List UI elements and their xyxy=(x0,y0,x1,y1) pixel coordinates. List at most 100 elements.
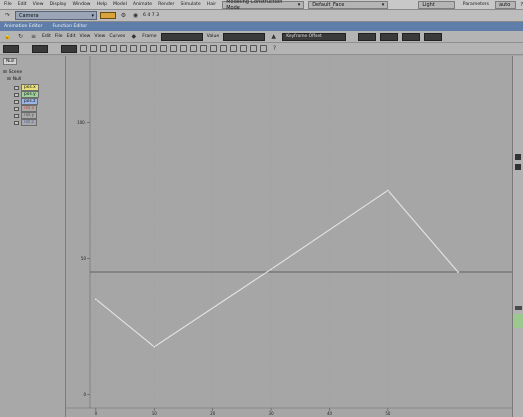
x-tick-label: 0 xyxy=(95,411,98,416)
scroll-up-icon[interactable] xyxy=(515,154,521,160)
panel-menu-view-2[interactable]: View xyxy=(94,34,105,39)
tree-tab[interactable]: Null xyxy=(3,58,17,65)
refresh-icon[interactable]: ↻ xyxy=(16,32,25,41)
extra-field-3[interactable] xyxy=(402,32,421,41)
unify-tangent-icon[interactable] xyxy=(170,45,177,52)
tree-item-channel[interactable]: rot.z xyxy=(14,119,37,126)
arrow-icon[interactable]: ↷ xyxy=(3,11,12,20)
menu-hair[interactable]: Hair xyxy=(207,2,216,7)
break-tangent-icon[interactable] xyxy=(160,45,167,52)
tool-field-1[interactable] xyxy=(3,44,19,53)
light-field-label: Light xyxy=(422,1,435,8)
light-field[interactable]: Light xyxy=(418,0,455,9)
x-tick-label: 10 xyxy=(152,411,158,416)
x-tick-label: 30 xyxy=(269,411,275,416)
curve-key xyxy=(386,189,390,192)
menu-display[interactable]: Display xyxy=(50,2,67,7)
tool-field-2[interactable] xyxy=(32,44,48,53)
linear-tangent-icon[interactable] xyxy=(120,45,127,52)
key-icon[interactable]: ◆ xyxy=(129,32,138,41)
parameters-value: auto xyxy=(499,1,511,8)
tree-item-channel[interactable]: pos.x xyxy=(14,84,39,91)
camera-mode-dropdown[interactable]: Camera ▾ xyxy=(15,11,97,20)
menu-window[interactable]: Window xyxy=(72,2,90,7)
y-tick-label: 50 xyxy=(81,256,87,261)
chevron-down-icon: ▾ xyxy=(381,1,385,8)
move-tool-icon[interactable] xyxy=(90,45,97,52)
y-tick-label: 0 xyxy=(83,392,86,397)
gear-icon[interactable]: ⚙ xyxy=(119,11,128,20)
channel-checkbox[interactable] xyxy=(14,85,19,90)
snap-icon[interactable] xyxy=(230,45,237,52)
panel-menu-edit[interactable]: Edit xyxy=(42,34,51,39)
expand-icon[interactable]: ⊟ xyxy=(7,77,11,82)
flat-tangent-icon[interactable] xyxy=(150,45,157,52)
frame-all-icon[interactable] xyxy=(180,45,187,52)
filter-icon[interactable]: ≡ xyxy=(29,32,38,41)
insert-key-icon[interactable] xyxy=(110,45,117,52)
lock-icon[interactable]: 🔒 xyxy=(3,32,12,41)
menu-render[interactable]: Render xyxy=(158,2,174,7)
curve-graph[interactable]: 0 10 20 30 40 50 100. 50 0 xyxy=(66,56,512,417)
channel-checkbox[interactable] xyxy=(14,120,19,125)
x-tick-label: 20 xyxy=(210,411,216,416)
panel-menu-file[interactable]: File xyxy=(55,34,63,39)
help-icon[interactable]: ? xyxy=(270,44,279,53)
tree-item-null[interactable]: ⊟ Null xyxy=(7,77,21,82)
select-tool-icon[interactable] xyxy=(80,45,87,52)
channel-checkbox[interactable] xyxy=(14,99,19,104)
lock-curve-icon[interactable] xyxy=(250,45,257,52)
menu-file[interactable]: File xyxy=(4,2,12,7)
frame-input[interactable] xyxy=(160,32,203,41)
expand-icon[interactable]: ⊟ xyxy=(3,70,7,75)
tree-item-channel[interactable]: rot.x xyxy=(14,105,38,112)
graph-editor-toolbar: ? xyxy=(0,43,523,55)
menu-edit[interactable]: Edit xyxy=(18,2,27,7)
scroll-down-icon[interactable] xyxy=(515,164,521,170)
post-infinity-icon[interactable] xyxy=(210,45,217,52)
channel-checkbox[interactable] xyxy=(14,92,19,97)
parameters-dropdown[interactable]: auto xyxy=(495,0,517,9)
tree-item-channel[interactable]: rot.y xyxy=(14,112,38,119)
channel-checkbox[interactable] xyxy=(14,106,19,111)
curve-key xyxy=(456,270,460,274)
spline-tangent-icon[interactable] xyxy=(130,45,137,52)
frame-selected-icon[interactable] xyxy=(190,45,197,52)
eye-icon[interactable]: ◉ xyxy=(131,11,140,20)
channel-checkbox[interactable] xyxy=(14,113,19,118)
panel-title-right: Function Editor xyxy=(52,24,88,29)
layout-dropdown[interactable]: Default_Face ▾ xyxy=(308,0,389,9)
value-input[interactable] xyxy=(223,32,266,41)
menu-help[interactable]: Help xyxy=(97,2,107,7)
record-indicator[interactable] xyxy=(100,12,116,19)
stepped-tangent-icon[interactable] xyxy=(140,45,147,52)
right-scroll-strip[interactable] xyxy=(512,56,523,417)
tree-item-scene[interactable]: ⊟ Scene xyxy=(3,70,22,75)
extra-field-4[interactable] xyxy=(424,32,443,41)
menu-view[interactable]: View xyxy=(33,2,44,7)
tree-item-channel[interactable]: pos.z xyxy=(14,98,39,105)
normalize-icon[interactable] xyxy=(240,45,247,52)
frame-label: Frame xyxy=(142,34,157,39)
curve-key xyxy=(94,297,98,301)
scale-tool-icon[interactable] xyxy=(100,45,107,52)
mode-dropdown[interactable]: Modeling Construction Mode ▾ xyxy=(222,0,305,11)
tool-field-3[interactable] xyxy=(61,44,77,53)
tree-item-label: Null xyxy=(12,77,22,82)
ghost-icon[interactable] xyxy=(260,45,267,52)
panel-menu-curves[interactable]: Curves xyxy=(109,34,125,39)
offset-dropdown[interactable]: Keyframe Offset xyxy=(282,32,347,41)
extra-field-2[interactable] xyxy=(380,32,399,41)
extra-field-1[interactable] xyxy=(358,32,377,41)
menu-animate[interactable]: Animate xyxy=(133,2,152,7)
panel-menu-edit-2[interactable]: Edit xyxy=(67,34,76,39)
buffer-curve-icon[interactable] xyxy=(220,45,227,52)
tree-item-channel[interactable]: pos.y xyxy=(14,91,39,98)
menu-model[interactable]: Model xyxy=(113,2,127,7)
curve-canvas[interactable]: 0 10 20 30 40 50 100. 50 0 xyxy=(66,56,512,417)
menu-simulate[interactable]: Simulate xyxy=(180,2,200,7)
panel-menu-view[interactable]: View xyxy=(80,34,91,39)
tangent-icon[interactable]: ▲ xyxy=(269,32,278,41)
pre-infinity-icon[interactable] xyxy=(200,45,207,52)
handle-icon[interactable] xyxy=(515,306,522,310)
